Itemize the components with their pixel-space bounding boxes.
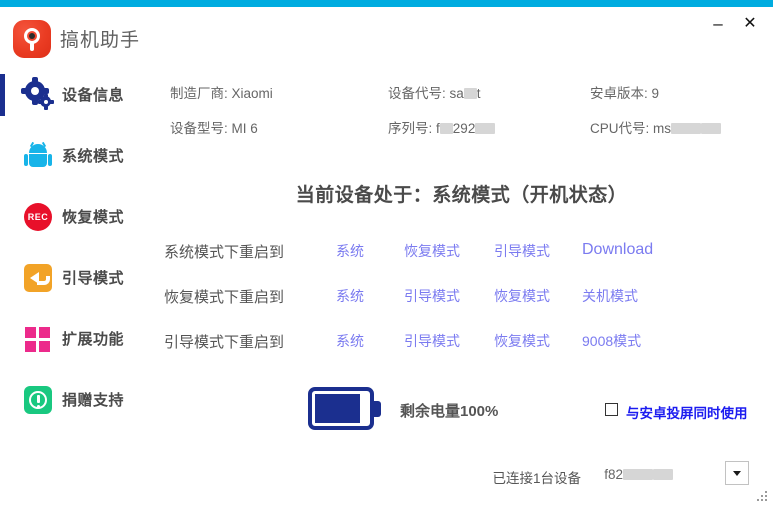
reboot-to-system-link[interactable]: 系统 [336, 241, 364, 261]
connected-devices-text: 已连接1台设备 [492, 471, 581, 486]
top-accent-bar [0, 0, 773, 7]
sidebar: 设备信息 系统模式 REC 恢复模式 引导模式 扩展功能 捐赠支持 [0, 62, 150, 506]
field-label: 序列号: [388, 121, 433, 136]
battery-icon [308, 387, 386, 432]
sidebar-item-label: 引导模式 [62, 270, 125, 287]
sidebar-item-extensions[interactable]: 扩展功能 [0, 309, 150, 369]
field-value-suffix: t [476, 86, 481, 101]
close-button[interactable]: ✕ [737, 11, 763, 37]
field-value: sa [449, 86, 464, 101]
reboot-row-from-bootloader: 引导模式下重启到 系统 引导模式 恢复模式 9008模式 [164, 327, 764, 361]
field-label: 设备代号: [388, 86, 446, 101]
reboot-to-download-link[interactable]: Download [582, 241, 653, 259]
device-info-serial: 序列号: f 292 [388, 117, 496, 137]
battery-level-text: 剩余电量100% [400, 403, 499, 420]
redaction-block [475, 123, 496, 134]
device-info-android-version: 安卓版本: 9 [590, 82, 659, 102]
rec-icon-text: REC [24, 203, 52, 231]
reboot-to-recovery-link[interactable]: 恢复模式 [494, 286, 550, 306]
sidebar-item-label: 恢复模式 [62, 209, 125, 226]
sidebar-item-donate[interactable]: 捐赠支持 [0, 370, 150, 430]
app-logo [13, 20, 51, 58]
sidebar-item-system-mode[interactable]: 系统模式 [0, 126, 150, 186]
sidebar-item-label: 系统模式 [62, 148, 125, 165]
redaction-block [653, 469, 673, 480]
title-bar: 搞机助手 – ✕ [0, 7, 773, 62]
device-info-model: 设备型号: MI 6 [170, 117, 258, 137]
field-value: MI 6 [231, 121, 258, 136]
row-label: 恢复模式下重启到 [164, 289, 285, 306]
checkbox-box[interactable] [605, 403, 618, 416]
redaction-block [671, 123, 702, 134]
reboot-to-bootloader-link[interactable]: 引导模式 [494, 241, 550, 261]
reboot-to-recovery-link[interactable]: 恢复模式 [494, 331, 550, 351]
app-title: 搞机助手 [60, 30, 141, 51]
reboot-to-system-link[interactable]: 系统 [336, 331, 364, 351]
status-heading: 当前设备处于：系统模式（开机状态） [295, 185, 628, 206]
redaction-block [701, 123, 722, 134]
field-value: Xiaomi [231, 86, 273, 101]
redaction-block [463, 88, 477, 99]
sidebar-item-label: 扩展功能 [62, 331, 125, 348]
device-id-value: f82 [604, 467, 623, 482]
chevron-down-icon [733, 471, 741, 476]
checkbox-label: 与安卓投屏同时使用 [626, 406, 748, 421]
device-selector-dropdown[interactable] [725, 461, 749, 485]
status-bar: 已连接1台设备 f82 [150, 454, 773, 506]
sidebar-item-label: 设备信息 [62, 87, 125, 104]
reboot-to-recovery-link[interactable]: 恢复模式 [404, 241, 460, 261]
device-info-codename: 设备代号: sa t [388, 82, 481, 102]
sidebar-item-bootloader-mode[interactable]: 引导模式 [0, 248, 150, 308]
field-value: ms [653, 121, 672, 136]
sidebar-item-recovery-mode[interactable]: REC 恢复模式 [0, 187, 150, 247]
reboot-to-system-link[interactable]: 系统 [336, 286, 364, 306]
back-arrow-icon [24, 264, 52, 292]
field-label: 安卓版本: [590, 86, 648, 101]
field-value: 9 [651, 86, 660, 101]
sidebar-item-device-info[interactable]: 设备信息 [0, 65, 150, 125]
reboot-to-9008-link[interactable]: 9008模式 [582, 331, 641, 351]
reboot-to-bootloader-link[interactable]: 引导模式 [404, 331, 460, 351]
grid-icon [24, 325, 52, 353]
sidebar-item-label: 捐赠支持 [62, 392, 125, 409]
rec-icon: REC [24, 203, 52, 231]
main-content: 制造厂商: Xiaomi 设备代号: sa t 安卓版本: 9 设备型号: MI … [150, 62, 773, 506]
minimize-button[interactable]: – [705, 11, 731, 37]
sidebar-active-indicator [0, 74, 5, 116]
device-info-manufacturer: 制造厂商: Xiaomi [170, 82, 273, 102]
redaction-block [439, 123, 453, 134]
resize-grip[interactable] [753, 487, 767, 501]
redaction-block [623, 469, 653, 480]
reboot-to-bootloader-link[interactable]: 引导模式 [404, 286, 460, 306]
gear-icon [21, 77, 54, 110]
field-label: CPU代号: [590, 121, 650, 136]
exclamation-circle-icon [24, 386, 52, 414]
field-label: 设备型号: [170, 121, 228, 136]
reboot-to-poweroff-link[interactable]: 关机模式 [582, 286, 638, 306]
field-value-mid: 292 [452, 121, 476, 136]
reboot-row-from-recovery: 恢复模式下重启到 系统 引导模式 恢复模式 关机模式 [164, 282, 764, 316]
android-icon [24, 141, 52, 170]
device-id-text: f82 [604, 467, 673, 482]
row-label: 引导模式下重启到 [164, 334, 285, 351]
reboot-row-from-system: 系统模式下重启到 系统 恢复模式 引导模式 Download [164, 237, 764, 271]
row-label: 系统模式下重启到 [164, 244, 285, 261]
device-info-cpu: CPU代号: ms [590, 117, 722, 137]
field-label: 制造厂商: [170, 86, 228, 101]
